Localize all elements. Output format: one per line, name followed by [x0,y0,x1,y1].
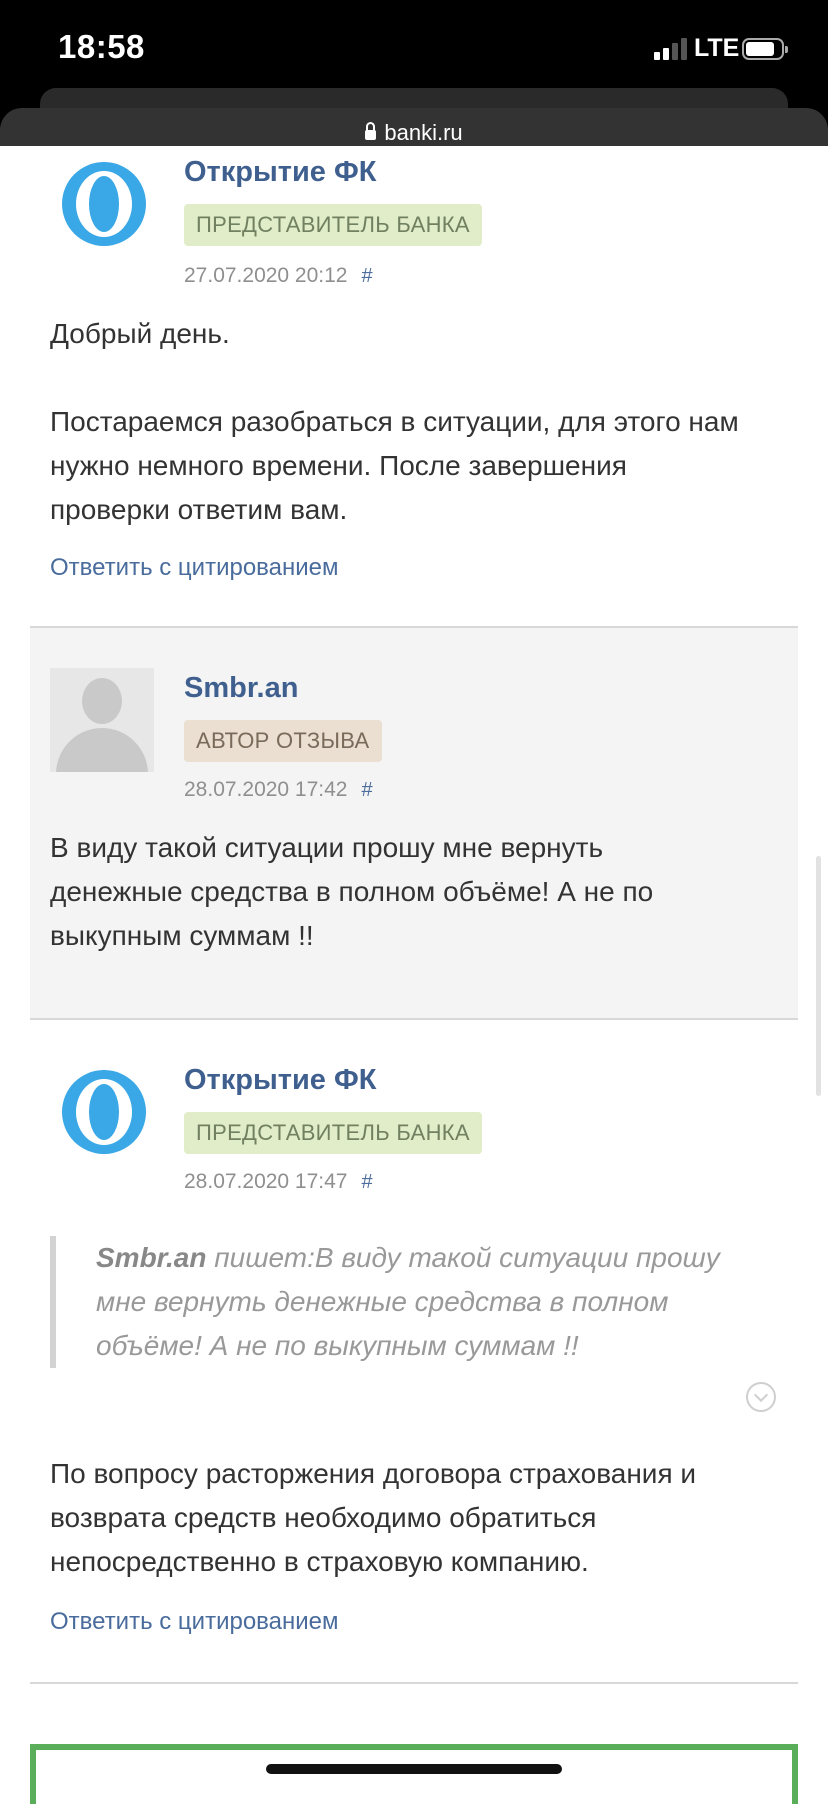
lock-icon [365,122,377,140]
post-text: В виду такой ситуации прошу мне вернуть … [50,832,654,951]
quote-text-line1: В виду такой ситуации прошу [314,1242,720,1273]
reply-with-quote-link[interactable]: Ответить с цитированием [50,554,339,582]
post-date: 28.07.2020 17:42 # [184,778,373,801]
post-date: 27.07.2020 20:12 # [184,264,373,287]
reply-with-quote-link[interactable]: Ответить с цитированием [50,1608,339,1636]
divider [30,1682,798,1684]
home-indicator[interactable] [266,1764,562,1774]
quote-author: Smbr.an [96,1242,207,1273]
username-link[interactable]: Открытие ФК [184,1064,376,1097]
post-date: 28.07.2020 17:47 # [184,1170,373,1193]
permalink-hash[interactable]: # [362,779,373,801]
quote-verb: пишет: [206,1242,315,1273]
otkritie-logo-icon[interactable] [54,154,158,258]
url-text: banki.ru [384,120,463,145]
comment-post-author: Smbr.an АВТОР ОТЗЫВА 28.07.2020 17:42 # В… [30,628,798,1018]
review-author-badge: АВТОР ОТЗЫВА [184,720,382,762]
scrollbar[interactable] [816,856,821,1096]
quote-block: Smbr.an пишет:В виду такой ситуации прош… [50,1236,756,1368]
clock: 18:58 [58,28,145,65]
username-link[interactable]: Smbr.an [184,672,298,705]
comment-post: Открытие ФК ПРЕДСТАВИТЕЛЬ БАНКА 27.07.20… [30,146,798,626]
signal-icon [654,38,690,60]
bank-representative-badge: ПРЕДСТАВИТЕЛЬ БАНКА [184,204,482,246]
otkritie-logo-icon[interactable] [54,1062,158,1166]
battery-icon [742,38,788,60]
post-text: По вопросу расторжения договора страхова… [50,1458,697,1577]
comment-post: Открытие ФК ПРЕДСТАВИТЕЛЬ БАНКА 28.07.20… [30,1020,798,1680]
username-link[interactable]: Открытие ФК [184,156,376,189]
address-bar[interactable]: banki.ru [0,108,828,146]
bank-representative-badge: ПРЕДСТАВИТЕЛЬ БАНКА [184,1112,482,1154]
user-placeholder-icon[interactable] [50,668,154,772]
next-block-frame [30,1744,798,1804]
permalink-hash[interactable]: # [362,265,373,287]
status-bar: 18:58 LTE banki.ru [0,0,828,146]
quote-text: мне вернуть денежные средства в полном о… [96,1286,669,1361]
permalink-hash[interactable]: # [362,1171,373,1193]
network-type: LTE [694,34,740,62]
expand-icon[interactable] [746,1382,776,1412]
post-text: Добрый день. Постараемся разобраться в с… [50,318,739,525]
